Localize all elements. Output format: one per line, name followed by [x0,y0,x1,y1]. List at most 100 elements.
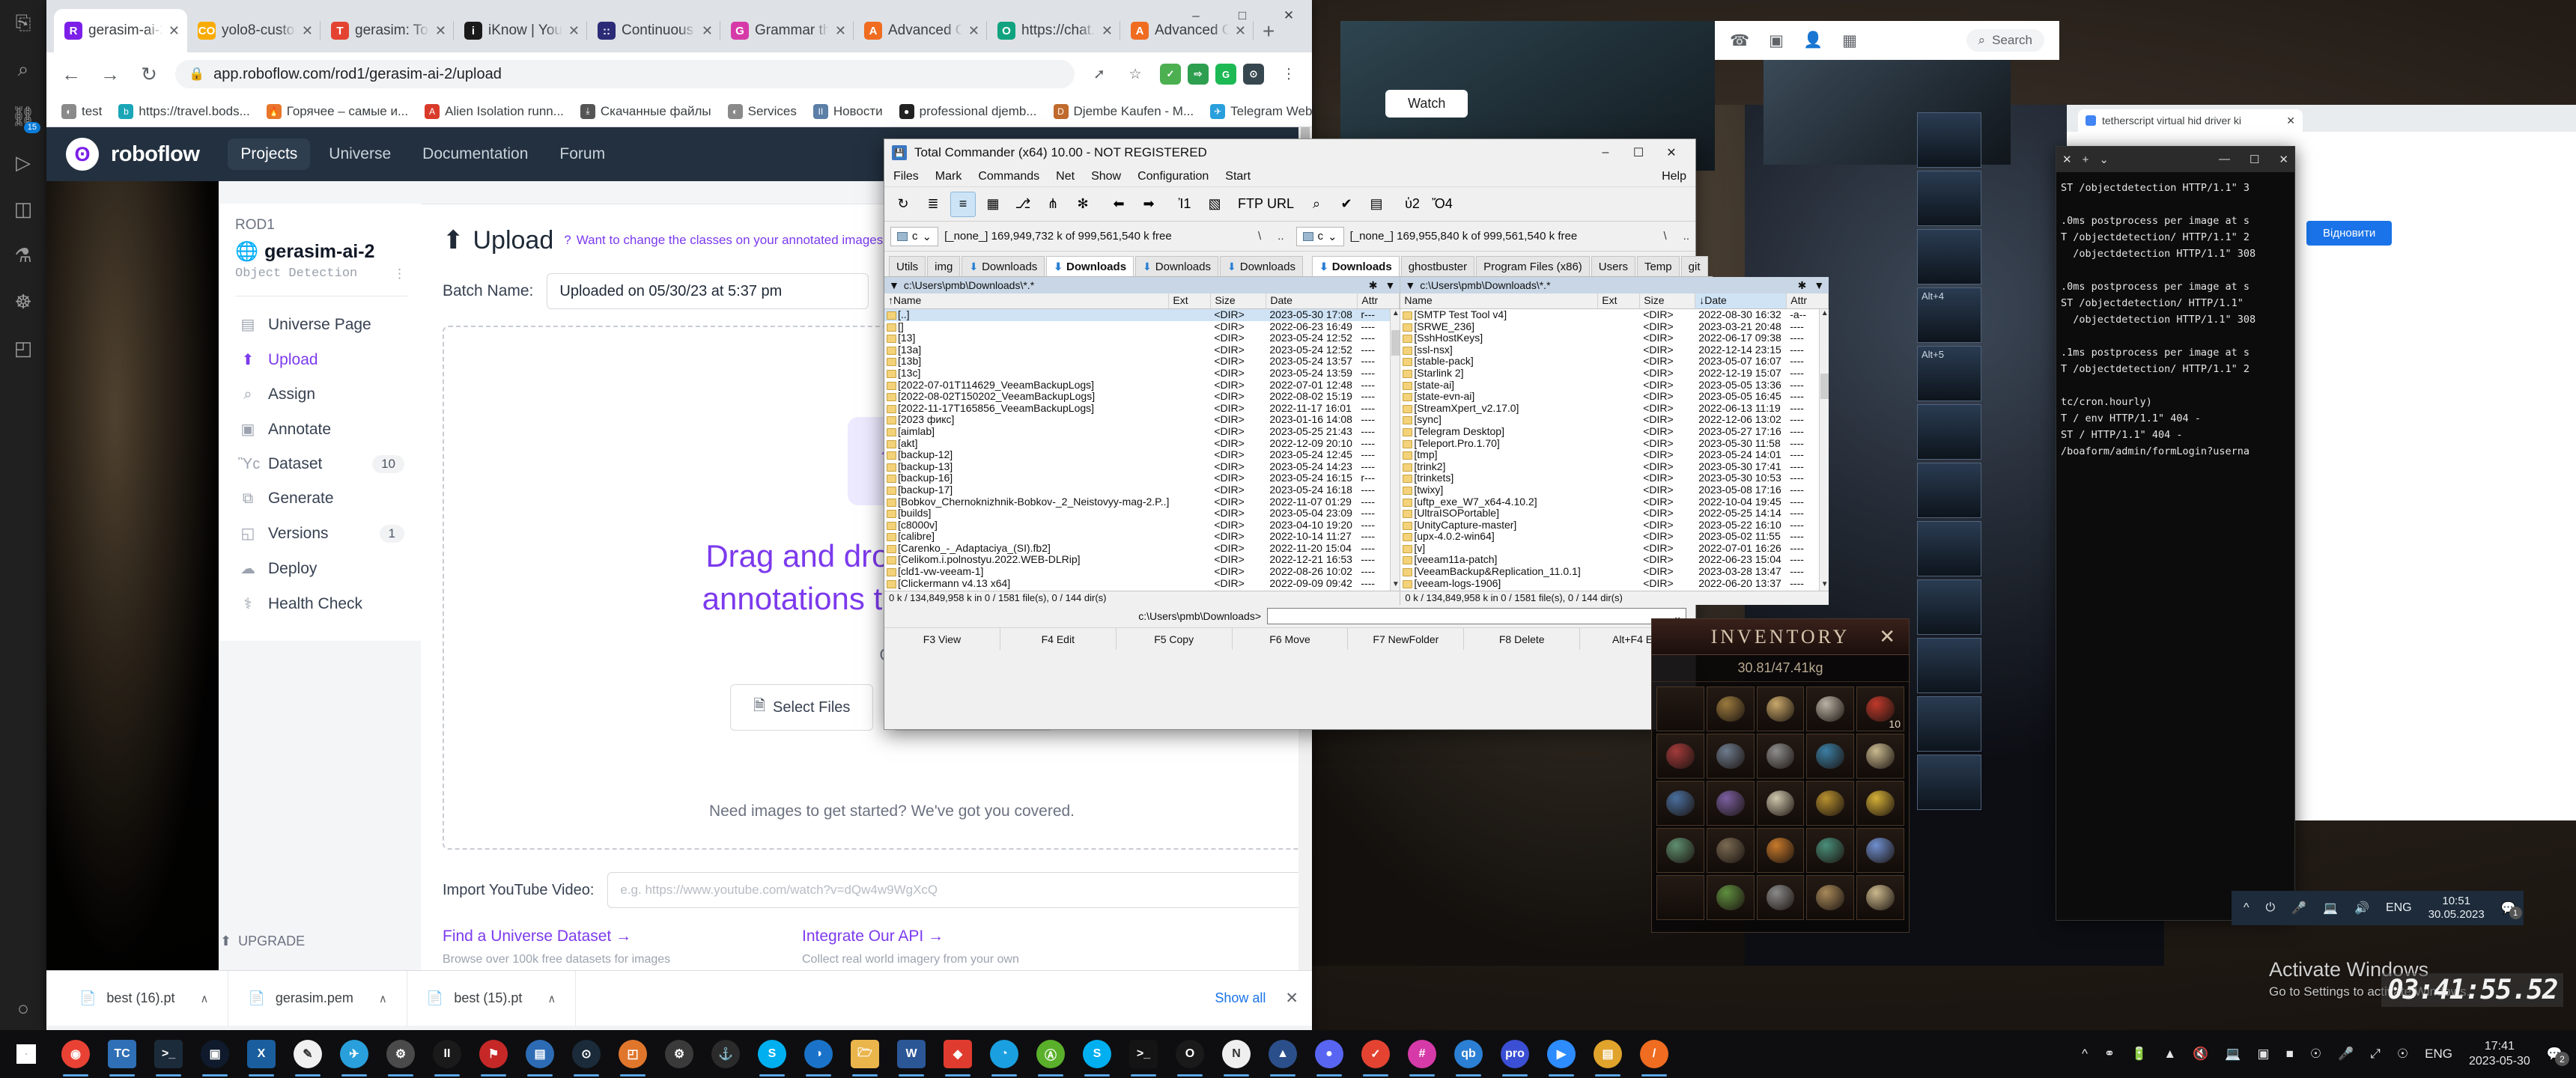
table-row[interactable]: [StreamXpert_v2.17.0] <DIR> 2022-06-13 11:… [1400,402,1829,415]
volume-icon[interactable]: 🔊 [2354,901,2369,916]
roboflow-nav-universe[interactable]: Universe [316,138,404,170]
table-row[interactable]: [state-ai] <DIR> 2023-05-05 13:36 ---- [1400,379,1829,392]
bookmark-3[interactable]: A Alien Isolation runn... [419,101,570,122]
table-row[interactable]: [13c] <DIR> 2023-05-24 13:59 ---- [884,367,1400,380]
table-row[interactable]: [SshHostKeys] <DIR> 2022-06-17 09:38 ---- [1400,332,1829,344]
taskbar-notepad[interactable]: ▤ [1585,1030,1631,1078]
taskbar-edge[interactable]: ◔ [981,1030,1027,1078]
taskbar-folder[interactable]: 🗁 [842,1030,888,1078]
taskbar-edge-dev[interactable]: ◑ [795,1030,842,1078]
table-row[interactable]: [veeam-logs-1906] <DIR> 2022-06-20 13:37 --… [1400,577,1829,590]
taskbar-settings[interactable]: ⚙ [656,1030,702,1078]
inventory-grid[interactable]: 10 [1652,682,1909,925]
tc-thumbnails-icon[interactable]: ▦ [980,192,1006,217]
bookmark-5[interactable]: ◐ Services [722,101,803,122]
close-tab-icon[interactable]: ✕ [568,23,580,39]
close-tab-icon[interactable]: ✕ [302,23,313,39]
browser-tab-6[interactable]: A Advanced C1.1: S ✕ [854,9,987,52]
skill-slot-3[interactable]: Alt+4 [1917,287,1981,343]
table-row[interactable]: [SRWE_236] <DIR> 2023-03-21 20:48 ---- [1400,320,1829,333]
inventory-slot-5[interactable] [1656,734,1704,779]
tc-left-tab-2[interactable]: ⬇ Downloads [962,256,1045,276]
display-icon[interactable]: 💻 [2323,901,2338,916]
sidebar-item-dataset[interactable]: Ὓc Dataset 10 [235,447,407,481]
taskbar-photos[interactable]: ◰ [610,1030,656,1078]
tc-menu-commands[interactable]: Commands [978,170,1039,183]
bookmark-1[interactable]: b https://travel.bods... [112,101,255,122]
tc-unpack-icon[interactable]: ▧ [1202,192,1227,217]
secondary-browser-tab[interactable]: tetherscript virtual hid driver ki ✕ [2078,109,2303,132]
bluetooth-icon[interactable]: ☉ [2310,1047,2321,1062]
skill-slot-10[interactable] [1917,696,1981,752]
skill-slot-8[interactable] [1917,579,1981,635]
taskbar-paint[interactable]: ✎ [285,1030,331,1078]
terminal-window-controls[interactable]: — ☐ ✕ [2219,153,2288,166]
language-indicator[interactable]: ENG [2386,901,2412,915]
vscode-kubernetes-icon[interactable]: ☸ [0,278,46,325]
inventory-slot-19[interactable] [1856,828,1904,873]
taskbar-vscode[interactable]: X [238,1030,285,1078]
table-row[interactable]: [backup-13] <DIR> 2023-05-24 14:23 ---- [884,460,1400,473]
download-item-2[interactable]: 📄 best (15).pt ∧ [407,970,577,1026]
close-tab-icon[interactable]: ✕ [2062,153,2072,166]
inventory-slot-16[interactable] [1706,828,1755,873]
table-row[interactable]: [2023 фикс] <DIR> 2023-01-16 14:08 ---- [884,414,1400,426]
inventory-slot-3[interactable] [1806,686,1855,731]
chevron-down-icon[interactable]: ⌄ [2099,153,2109,166]
taskbar-discord[interactable]: ● [1306,1030,1352,1078]
terminal-minimize-button[interactable]: — [2219,153,2230,166]
terminal-title-bar[interactable]: ✕ + ⌄ — ☐ ✕ [2056,147,2294,172]
inventory-slot-9[interactable] [1856,734,1904,779]
bookmark-9[interactable]: ✈ Telegram Web [1204,101,1312,122]
scroll-up-icon[interactable]: ▲ [1391,309,1400,320]
reload-icon[interactable]: ↻ [136,63,162,86]
right-scrollbar[interactable]: ▲ ▼ [1819,309,1829,591]
tc-forward-arrow-icon[interactable]: ➡ [1136,192,1161,217]
vscode-docker-icon[interactable]: ◰ [0,325,46,371]
table-row[interactable]: [backup-17] <DIR> 2023-05-24 16:18 ---- [884,484,1400,496]
tc-refresh-icon[interactable]: ↻ [890,192,916,217]
table-row[interactable]: [akt] <DIR> 2022-12-09 20:10 ---- [884,437,1400,450]
nvidia-green-icon[interactable]: ■ [2286,1047,2294,1062]
table-row[interactable]: [13a] <DIR> 2023-05-24 12:52 ---- [884,344,1400,356]
taskbar-orange-app[interactable]: / [1631,1030,1677,1078]
skill-slot-0[interactable] [1917,112,1981,168]
system-tray[interactable]: ^ ⚭ 🔋 ▲ 🔇 💻 ▣ ■ ☉ 🎤 ⤢ ☉ ENG 17:41 2023-05… [2082,1039,2576,1069]
tc-menu-bar[interactable]: Files Mark Commands Net Show Configuration Sta… [884,166,1695,187]
chevron-up-icon[interactable]: ∧ [200,992,208,1005]
skill-slot-11[interactable] [1917,755,1981,810]
start-button[interactable] [0,1030,52,1078]
inventory-slot-17[interactable] [1756,828,1805,873]
close-icon[interactable]: ✕ [1879,626,1898,648]
taskbar-todoist[interactable]: ✓ [1352,1030,1399,1078]
close-tab-icon[interactable]: ✕ [435,23,446,39]
skill-slot-4[interactable]: Alt+5 [1917,346,1981,401]
tc-menu-files[interactable]: Files [893,170,919,183]
table-row[interactable]: [stable-pack] <DIR> 2023-05-07 16:07 ---- [1400,356,1829,368]
table-row[interactable]: [..] <DIR> 2023-05-30 17:08 r--- [884,309,1400,321]
table-row[interactable]: [upx-4.0.2-win64] <DIR> 2023-05-02 11:55 --… [1400,531,1829,543]
inventory-slot-6[interactable] [1706,734,1755,779]
sidebar-item-upload[interactable]: ⬆ Upload [235,342,407,377]
inventory-slot-0[interactable] [1656,686,1704,731]
steam-icon[interactable]: ⚭ [2104,1047,2115,1062]
tc-search-icon[interactable]: ⌕ [1304,192,1329,217]
tc-compare-icon[interactable]: ⎇ [1010,192,1036,217]
inventory-slot-11[interactable] [1706,781,1755,826]
tc-right-tab-3[interactable]: Users [1591,256,1635,276]
left-path-bar[interactable]: ▼ c:\Users\pmb\Downloads\*.* ✱ ▼ [884,277,1400,293]
tc-left-tab-0[interactable]: Utils [889,256,926,276]
table-row[interactable]: [SMTP Test Tool v4] <DIR> 2022-08-30 16:32… [1400,309,1829,321]
col-ext[interactable]: Ext [1169,293,1212,308]
taskbar-console[interactable]: >_ [1120,1030,1167,1078]
close-tab-icon[interactable]: ✕ [168,23,180,39]
inventory-slot-2[interactable] [1756,686,1805,731]
function-key-0[interactable]: F3 View [884,628,1000,650]
sync-icon[interactable]: ⤢ [2370,1047,2381,1062]
right-file-list[interactable]: [SMTP Test Tool v4] <DIR> 2022-08-30 16:32… [1400,309,1829,591]
inventory-slot-22[interactable] [1756,875,1805,920]
taskbar-acrobat[interactable]: Ⓐ [1027,1030,1074,1078]
skill-slot-1[interactable] [1917,171,1981,226]
table-row[interactable]: [13b] <DIR> 2023-05-24 13:57 ---- [884,356,1400,368]
sidebar-item-health-check[interactable]: ⚕ Health Check [235,586,407,621]
